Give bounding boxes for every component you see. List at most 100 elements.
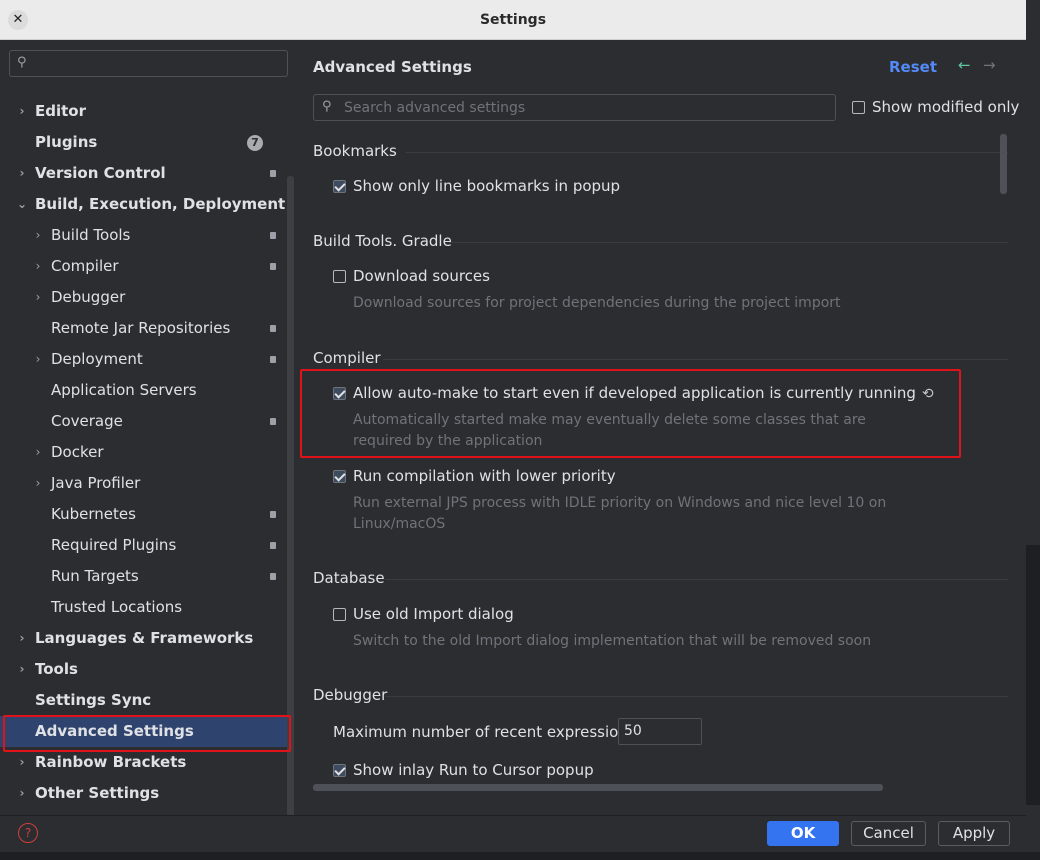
tree-item[interactable]: Coverage	[0, 406, 290, 437]
content-horizontal-scrollbar[interactable]	[313, 784, 883, 791]
option-label: Run compilation with lower priority	[353, 467, 616, 485]
tree-item[interactable]: ⌄ Build, Execution, Deployment	[0, 189, 290, 220]
tree-item-label: Editor	[35, 102, 86, 120]
option-label-wrap: Allow auto-make to start even if develop…	[353, 384, 934, 402]
reset-link[interactable]: Reset	[889, 58, 937, 76]
tree-item[interactable]: Trusted Locations	[0, 592, 290, 623]
tree-item-label: Tools	[35, 660, 78, 678]
project-level-icon	[270, 263, 276, 270]
dialog-footer: ? OK Cancel Apply	[0, 815, 1026, 852]
option-description: Automatically started make may eventuall…	[353, 412, 866, 449]
section-compiler-title: Compiler	[313, 349, 381, 367]
chevron-right-icon[interactable]: ›	[32, 282, 44, 313]
tree-item[interactable]: › Languages & Frameworks	[0, 623, 290, 654]
chevron-right-icon[interactable]: ›	[16, 623, 28, 654]
option-label: Use old Import dialog	[353, 605, 514, 623]
chevron-right-icon[interactable]: ›	[32, 344, 44, 375]
tree-item[interactable]: › Version Control	[0, 158, 290, 189]
chevron-right-icon[interactable]: ›	[16, 158, 28, 189]
chevron-right-icon[interactable]: ›	[32, 468, 44, 499]
project-level-icon	[270, 232, 276, 239]
cancel-button[interactable]: Cancel	[851, 821, 926, 846]
tree-item-label: Languages & Frameworks	[35, 629, 254, 647]
help-icon[interactable]: ?	[18, 823, 38, 843]
tree-item-label: Coverage	[51, 412, 123, 430]
checkbox[interactable]	[333, 470, 346, 483]
tree-item-label: Build Tools	[51, 226, 131, 244]
chevron-right-icon[interactable]: ›	[32, 220, 44, 251]
checkbox[interactable]	[333, 764, 346, 777]
tree-item-label: Deployment	[51, 350, 143, 368]
tree-item-label: Remote Jar Repositories	[51, 319, 231, 337]
tree-item-label: Build, Execution, Deployment	[35, 195, 286, 213]
advanced-settings-panel: Advanced Settings Reset ← → ⚲ Show modif…	[297, 40, 1026, 815]
search-icon: ⚲	[17, 55, 27, 70]
chevron-right-icon[interactable]: ›	[32, 437, 44, 468]
selected-item-highlight	[3, 715, 291, 752]
tree-item[interactable]: Settings Sync	[0, 685, 290, 716]
tree-item[interactable]: Kubernetes	[0, 499, 290, 530]
checkbox[interactable]	[333, 387, 346, 400]
ok-button[interactable]: OK	[767, 821, 839, 846]
chevron-right-icon[interactable]: ›	[16, 654, 28, 685]
tree-item[interactable]: › Docker	[0, 437, 290, 468]
update-count-badge: 7	[247, 135, 263, 151]
tree-item[interactable]: Run Targets	[0, 561, 290, 592]
search-icon: ⚲	[322, 99, 332, 114]
background-status-strip	[0, 852, 1040, 860]
chevron-right-icon[interactable]: ›	[32, 251, 44, 282]
section-database-title: Database	[313, 569, 385, 587]
option-description: Download sources for project dependencie…	[353, 295, 841, 311]
chevron-right-icon[interactable]: ›	[16, 778, 28, 809]
sidebar-search-input[interactable]: ⚲	[9, 50, 288, 77]
tree-item[interactable]: › Editor	[0, 96, 290, 127]
settings-content: Bookmarks Show only line bookmarks in po…	[297, 132, 1026, 792]
tree-item-label: Kubernetes	[51, 505, 136, 523]
reset-arrow-icon[interactable]: ⟲	[922, 386, 934, 402]
checkbox[interactable]	[333, 270, 346, 283]
tree-item[interactable]: › Other Settings	[0, 778, 290, 809]
tree-item[interactable]: › Debugger	[0, 282, 290, 313]
chevron-right-icon[interactable]: ›	[16, 96, 28, 127]
checkbox[interactable]	[852, 101, 865, 114]
tree-item[interactable]: Remote Jar Repositories	[0, 313, 290, 344]
divider	[449, 242, 1008, 243]
project-level-icon	[270, 170, 276, 177]
project-level-icon	[270, 356, 276, 363]
checkbox[interactable]	[333, 180, 346, 193]
divider	[385, 579, 1008, 580]
tree-item[interactable]: › Deployment	[0, 344, 290, 375]
content-vertical-scrollbar[interactable]	[1000, 134, 1007, 194]
window-titlebar: ✕ Settings	[0, 0, 1026, 40]
back-arrow-icon[interactable]: ←	[958, 56, 971, 74]
recent-expressions-label: Maximum number of recent expressions:	[333, 723, 641, 741]
tree-item[interactable]: › Compiler	[0, 251, 290, 282]
recent-expressions-input[interactable]: 50	[618, 718, 702, 745]
apply-button[interactable]: Apply	[938, 821, 1010, 846]
settings-sidebar: ⚲ › Editor Plugins 7 › Version Control ⌄ Build,…	[0, 40, 297, 846]
option-label: Allow auto-make to start even if develop…	[353, 384, 916, 402]
search-input[interactable]	[344, 98, 824, 118]
tree-item[interactable]: › Build Tools	[0, 220, 290, 251]
checkbox[interactable]	[333, 608, 346, 621]
tree-item[interactable]: Application Servers	[0, 375, 290, 406]
chevron-down-icon[interactable]: ⌄	[16, 189, 28, 220]
tree-item-label: Version Control	[35, 164, 166, 182]
tree-item-label: Compiler	[51, 257, 119, 275]
tree-item[interactable]: Plugins 7	[0, 127, 290, 158]
tree-item-label: Trusted Locations	[51, 598, 183, 616]
advanced-settings-search[interactable]: ⚲	[313, 94, 836, 121]
tree-item-label: Required Plugins	[51, 536, 177, 554]
tree-item-label: Run Targets	[51, 567, 139, 585]
forward-arrow-icon[interactable]: →	[983, 56, 996, 74]
tree-item[interactable]: › Java Profiler	[0, 468, 290, 499]
project-level-icon	[270, 325, 276, 332]
option-label: Show only line bookmarks in popup	[353, 177, 621, 195]
project-level-icon	[270, 418, 276, 425]
project-level-icon	[270, 573, 276, 580]
option-description: Switch to the old Import dialog implemen…	[353, 633, 872, 649]
tree-item-label: Docker	[51, 443, 104, 461]
tree-item[interactable]: Required Plugins	[0, 530, 290, 561]
tree-item[interactable]: › Tools	[0, 654, 290, 685]
tree-item-label: Settings Sync	[35, 691, 152, 709]
